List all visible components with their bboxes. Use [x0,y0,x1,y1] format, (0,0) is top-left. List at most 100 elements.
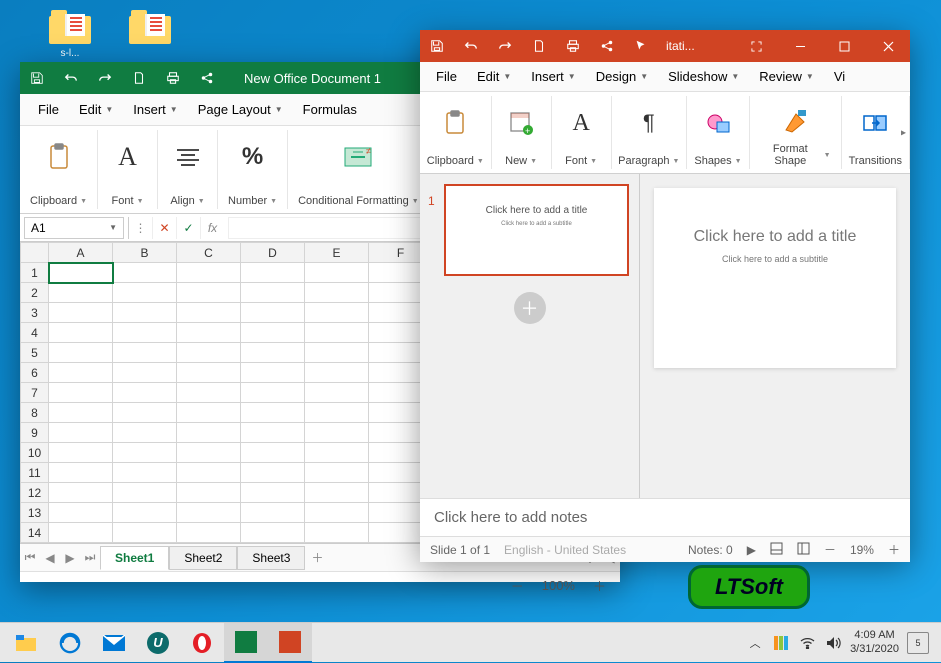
ribbon-format-shape[interactable]: Format Shape ▼ [750,96,842,169]
cell[interactable] [113,383,177,403]
cell[interactable] [177,503,241,523]
cell[interactable] [177,303,241,323]
row-header[interactable]: 10 [21,443,49,463]
row-header[interactable]: 1 [21,263,49,283]
sheet-tab[interactable]: Sheet2 [169,546,237,570]
cell[interactable] [113,323,177,343]
menu-page-layout[interactable]: Page Layout ▼ [188,98,293,121]
cell[interactable] [241,503,305,523]
cell[interactable] [305,483,369,503]
ribbon-align[interactable]: Align ▼ [158,130,218,209]
cell[interactable] [241,483,305,503]
notification-center-icon[interactable]: 5 [907,632,929,654]
desktop-folder-icon-1[interactable]: s-l... [40,10,100,59]
menu-design[interactable]: Design ▼ [586,65,658,88]
zoom-level[interactable]: 100% [542,578,575,593]
cell[interactable] [305,343,369,363]
cell[interactable] [305,463,369,483]
cell[interactable] [177,423,241,443]
menu-slideshow[interactable]: Slideshow ▼ [658,65,749,88]
volume-icon[interactable] [824,634,842,652]
share-icon[interactable] [190,62,224,94]
fullscreen-icon[interactable] [734,30,778,62]
accept-formula-icon[interactable]: ✓ [176,217,200,239]
row-header[interactable]: 11 [21,463,49,483]
print-icon[interactable] [156,62,190,94]
cell[interactable] [241,323,305,343]
sheet-nav-next-icon[interactable]: ▶ [60,551,80,565]
cell[interactable] [177,263,241,283]
ribbon-font[interactable]: AFont ▼ [552,96,612,169]
row-header[interactable]: 7 [21,383,49,403]
redo-icon[interactable] [488,30,522,62]
tray-app-icon[interactable] [772,634,790,652]
name-box[interactable]: A1▼ [24,217,124,239]
maximize-button[interactable] [822,30,866,62]
cell[interactable] [305,403,369,423]
cell[interactable] [113,403,177,423]
cell[interactable] [241,343,305,363]
file-explorer-icon[interactable] [4,623,48,663]
cell[interactable] [241,423,305,443]
cell[interactable] [305,263,369,283]
edge-browser-icon[interactable] [48,623,92,663]
sheet-nav-prev-icon[interactable]: ◀ [40,551,60,565]
cell[interactable] [241,463,305,483]
cell[interactable] [49,343,113,363]
taskbar[interactable]: U ︿ 4:09 AM 3/31/2020 5 [0,622,941,662]
presentation-titlebar[interactable]: itati... [420,30,910,62]
ribbon-number[interactable]: %Number ▼ [218,130,288,209]
undo-icon[interactable] [54,62,88,94]
menu-file[interactable]: File [426,65,467,88]
sheet-nav-first-icon[interactable]: ⏮ [20,550,40,565]
menu-vi[interactable]: Vi [824,65,855,88]
column-header[interactable]: B [113,243,177,263]
redo-icon[interactable] [88,62,122,94]
normal-view-icon[interactable] [770,542,783,558]
menu-edit[interactable]: Edit ▼ [467,65,521,88]
row-header[interactable]: 12 [21,483,49,503]
print-icon[interactable] [556,30,590,62]
row-header[interactable]: 4 [21,323,49,343]
zoom-out-button[interactable]: － [824,541,836,558]
close-button[interactable] [866,30,910,62]
cell[interactable] [241,363,305,383]
zoom-in-button[interactable]: ＋ [593,576,606,595]
cell[interactable] [241,403,305,423]
cell[interactable] [177,323,241,343]
cell[interactable] [177,483,241,503]
cell[interactable] [49,283,113,303]
cell[interactable] [305,503,369,523]
cell[interactable] [113,503,177,523]
cell[interactable] [177,363,241,383]
save-icon[interactable] [420,30,454,62]
cell[interactable] [241,303,305,323]
row-header[interactable]: 9 [21,423,49,443]
cancel-formula-icon[interactable]: ✕ [152,217,176,239]
title-placeholder[interactable]: Click here to add a title [674,228,876,246]
row-header[interactable]: 5 [21,343,49,363]
cell[interactable] [241,383,305,403]
presentation-taskbar-icon[interactable] [268,623,312,663]
language-label[interactable]: English - United States [504,543,626,557]
cell[interactable] [49,523,113,543]
cell[interactable] [113,343,177,363]
cursor-icon[interactable] [624,30,658,62]
cell[interactable] [305,303,369,323]
outline-view-icon[interactable] [797,542,810,558]
cell[interactable] [113,303,177,323]
zoom-in-button[interactable]: ＋ [888,541,900,558]
zoom-level[interactable]: 19% [850,543,874,557]
cell[interactable] [49,483,113,503]
new-doc-icon[interactable] [122,62,156,94]
column-header[interactable]: A [49,243,113,263]
minimize-button[interactable] [778,30,822,62]
cell[interactable] [241,263,305,283]
subtitle-placeholder[interactable]: Click here to add a subtitle [674,254,876,264]
column-header[interactable]: D [241,243,305,263]
iobit-icon[interactable]: U [136,623,180,663]
column-header[interactable]: C [177,243,241,263]
ribbon-paragraph[interactable]: ¶Paragraph ▼ [612,96,687,169]
ribbon-conditional-formatting[interactable]: ≠Conditional Formatting ▼ [288,130,430,209]
column-header[interactable]: E [305,243,369,263]
